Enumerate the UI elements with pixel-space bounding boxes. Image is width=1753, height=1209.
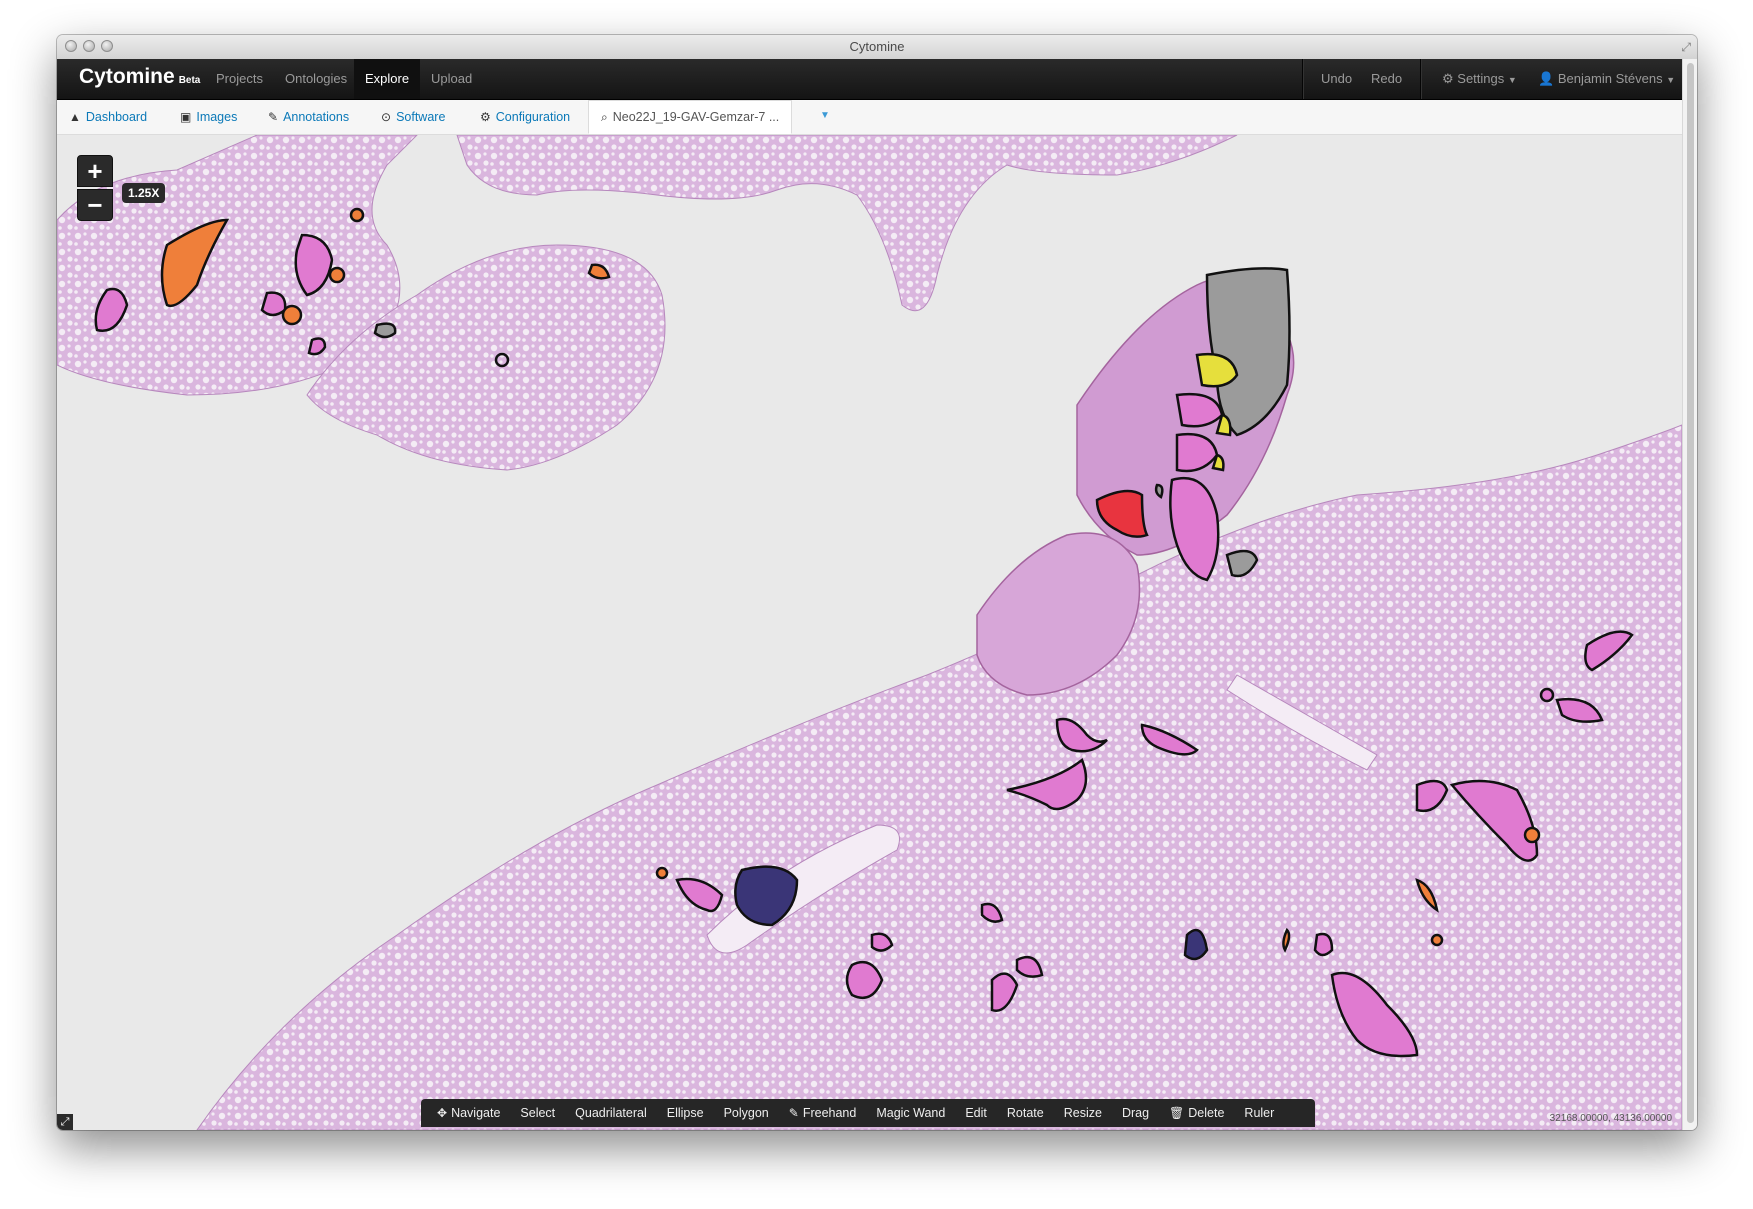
picture-icon: ▣ <box>180 110 192 124</box>
zoom-control: + − <box>77 155 113 221</box>
nav-divider <box>1302 59 1304 99</box>
tool-delete[interactable]: 🗑 Delete <box>1159 1099 1234 1127</box>
brand-name: Cytomine <box>79 65 175 88</box>
title-bar: Cytomine ⤢ <box>57 35 1697 60</box>
zoom-level-badge: 1.25X <box>122 183 166 203</box>
tool-polygon[interactable]: Polygon <box>714 1099 779 1127</box>
vertical-scrollbar[interactable] <box>1682 59 1697 1130</box>
trash-icon: 🗑 <box>1169 1106 1185 1120</box>
tab-label: Neo22J_19-GAV-Gemzar-7 ... <box>612 110 780 124</box>
tool-resize[interactable]: Resize <box>1054 1099 1112 1127</box>
tool-ruler[interactable]: Ruler <box>1234 1099 1284 1127</box>
gear-icon: ⚙ <box>1442 71 1454 86</box>
tab-software[interactable]: ⊙ Software <box>381 100 445 134</box>
brand-badge: Beta <box>178 75 201 86</box>
tab-annotations[interactable]: ✎ Annotations <box>268 100 349 134</box>
tool-quadrilateral[interactable]: Quadrilateral <box>565 1099 657 1127</box>
pencil-icon: ✎ <box>268 110 279 124</box>
settings-label: Settings <box>1457 71 1505 86</box>
tool-magic-wand[interactable]: Magic Wand <box>866 1099 955 1127</box>
scrollbar-thumb[interactable] <box>1687 63 1694 1123</box>
tab-label: Annotations <box>283 110 350 124</box>
brand-logo[interactable]: Cytomine Beta <box>79 65 200 89</box>
search-icon: ⌕ <box>601 110 608 124</box>
slide-image <box>57 135 1682 1130</box>
zoom-in-button[interactable]: + <box>77 155 113 187</box>
tab-label: Software <box>396 110 446 124</box>
nav-explore[interactable]: Explore <box>354 59 421 99</box>
tool-select[interactable]: Select <box>510 1099 565 1127</box>
play-circle-icon: ⊙ <box>381 110 392 124</box>
tab-dropdown-caret-icon[interactable]: ▼ <box>820 110 830 121</box>
caret-down-icon: ▼ <box>1507 75 1517 85</box>
nav-upload[interactable]: Upload <box>420 59 483 99</box>
mouse-coordinates: 32168.00000, 43136.00000 <box>1549 1113 1672 1124</box>
project-tabs: ▲ Dashboard ▣ Images ✎ Annotations ⊙ Sof… <box>57 100 1697 135</box>
nav-ontologies[interactable]: Ontologies <box>274 59 358 99</box>
tool-rotate[interactable]: Rotate <box>997 1099 1054 1127</box>
expand-overview-icon[interactable]: ⤢ <box>57 1114 73 1130</box>
tool-edit[interactable]: Edit <box>955 1099 997 1127</box>
undo-button[interactable]: Undo <box>1310 59 1363 99</box>
settings-menu[interactable]: ⚙ Settings ▼ <box>1431 59 1528 99</box>
pencil-icon: ✎ <box>788 1106 799 1120</box>
tab-dashboard[interactable]: ▲ Dashboard <box>69 100 147 134</box>
fullscreen-icon[interactable]: ⤢ <box>1681 40 1691 55</box>
tab-label: Dashboard <box>85 110 148 124</box>
drawing-toolbar: ✥ Navigate Select Quadrilateral Ellipse … <box>421 1099 1315 1127</box>
redo-button[interactable]: Redo <box>1360 59 1413 99</box>
tab-label: Images <box>196 110 238 124</box>
tool-drag[interactable]: Drag <box>1112 1099 1159 1127</box>
road-icon: ▲ <box>69 110 81 124</box>
nav-projects[interactable]: Projects <box>205 59 274 99</box>
tab-image-viewer[interactable]: ⌕ Neo22J_19-GAV-Gemzar-7 ... <box>588 100 793 134</box>
tool-label: Navigate <box>451 1106 501 1120</box>
caret-down-icon: ▼ <box>1666 75 1676 85</box>
tab-images[interactable]: ▣ Images <box>180 100 237 134</box>
tab-configuration[interactable]: ⚙ Configuration <box>480 100 570 134</box>
user-name: Benjamin Stévens <box>1557 71 1663 86</box>
top-navbar: Cytomine Beta Projects Ontologies Explore… <box>57 59 1697 100</box>
tool-navigate[interactable]: ✥ Navigate <box>427 1099 510 1127</box>
tab-label: Configuration <box>495 110 571 124</box>
tool-label: Delete <box>1188 1106 1225 1120</box>
browser-window: Cytomine ⤢ Cytomine Beta Projects Ontolog… <box>57 35 1697 1130</box>
move-icon: ✥ <box>437 1106 448 1120</box>
user-icon: 👤 <box>1538 71 1555 86</box>
user-menu[interactable]: 👤 Benjamin Stévens ▼ <box>1527 59 1686 99</box>
tool-freehand[interactable]: ✎ Freehand <box>779 1099 867 1127</box>
cog-icon: ⚙ <box>480 110 491 124</box>
tool-label: Freehand <box>802 1106 857 1120</box>
window-title: Cytomine <box>849 39 905 54</box>
zoom-out-button[interactable]: − <box>77 189 113 221</box>
image-viewer[interactable]: + − 1.25X ✥ Navigate Select Quadrilatera… <box>57 135 1682 1130</box>
nav-divider <box>1420 59 1422 99</box>
tool-ellipse[interactable]: Ellipse <box>657 1099 714 1127</box>
